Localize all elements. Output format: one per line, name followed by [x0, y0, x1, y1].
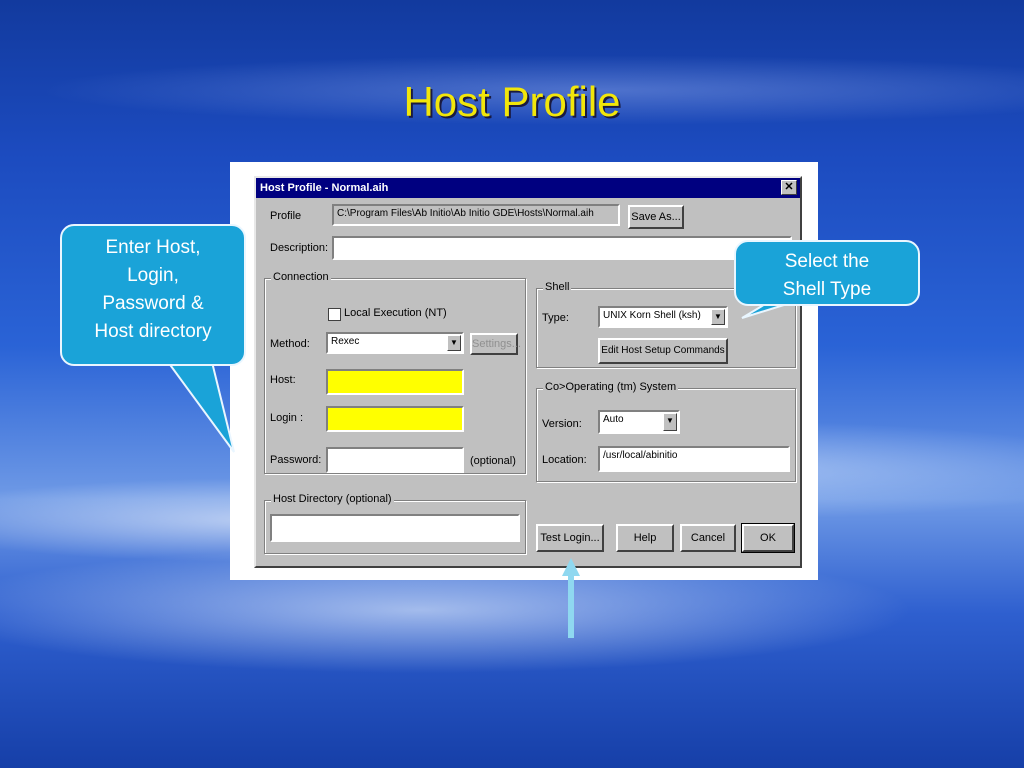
left-callout: Enter Host, Login, Password & Host direc…: [60, 224, 246, 366]
right-callout-line: Shell Type: [782, 279, 872, 300]
callout-pointers: [166, 299, 801, 638]
left-callout-line: Login,: [127, 265, 179, 286]
left-callout-pointer: [166, 361, 235, 453]
left-callout-line: Password &: [102, 293, 204, 314]
up-arrow-icon: [562, 558, 580, 576]
right-callout-line: Select the: [784, 251, 870, 272]
left-callout-line: Host directory: [94, 321, 212, 342]
right-callout: Select the Shell Type: [734, 240, 920, 306]
left-callout-line: Enter Host,: [105, 237, 201, 258]
